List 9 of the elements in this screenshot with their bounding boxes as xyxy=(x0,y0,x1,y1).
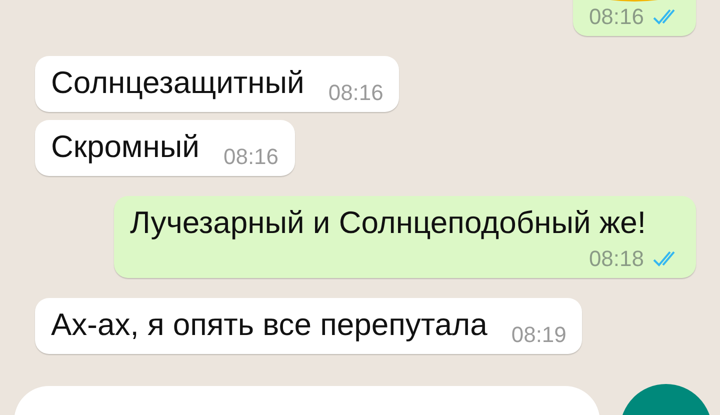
message-time: 08:16 xyxy=(328,80,384,106)
message-text: Ах-ах, я опять все перепутала xyxy=(51,306,488,344)
message-text: Лучезарный и Солнцеподобный же! xyxy=(130,204,646,242)
message-text: Скромный xyxy=(51,128,200,166)
message-time: 08:16 xyxy=(223,144,279,170)
message-time: 08:18 xyxy=(588,246,644,272)
message-time: 08:19 xyxy=(511,322,566,348)
message-text: Солнцезащитный xyxy=(51,64,304,102)
message-time: 08:16 xyxy=(588,4,644,30)
